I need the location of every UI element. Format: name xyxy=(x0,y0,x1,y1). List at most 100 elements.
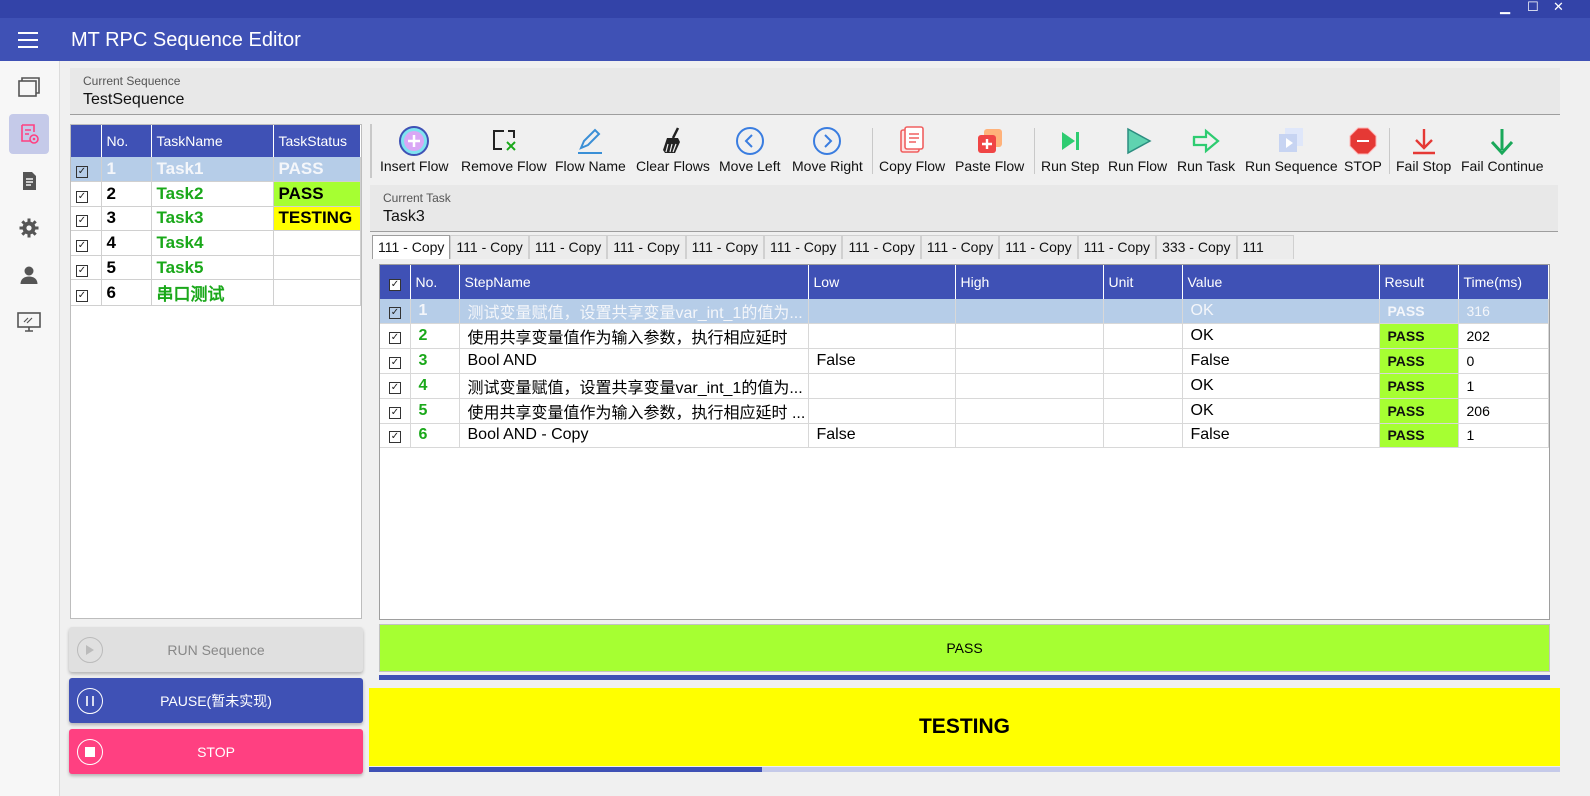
flow-tab[interactable]: 111 - Copy xyxy=(607,235,686,259)
task-checkbox[interactable]: ✓ xyxy=(71,181,102,207)
task-no-header: No. xyxy=(101,125,152,157)
task-name: Task3 xyxy=(151,206,274,232)
run-step-button[interactable]: Run Step xyxy=(1041,124,1099,178)
step-checkbox[interactable]: ✓ xyxy=(380,348,411,374)
flow-progress-bar xyxy=(379,675,1550,680)
settings-icon[interactable] xyxy=(9,208,49,248)
sequence-icon[interactable] xyxy=(9,114,49,154)
step-time: 206 xyxy=(1458,398,1549,424)
task-row[interactable]: ✓ 6 串口测试 xyxy=(71,279,361,307)
flow-tab[interactable]: 111 xyxy=(1236,235,1294,259)
step-row[interactable]: ✓ 3 Bool AND False False PASS 0 xyxy=(380,348,1549,374)
stop-label: STOP xyxy=(197,743,235,760)
current-sequence-field[interactable]: Current Sequence TestSequence xyxy=(70,68,1560,115)
step-checkbox[interactable]: ✓ xyxy=(380,398,411,424)
flow-tab[interactable]: 111 - Copy xyxy=(1077,235,1157,259)
step-name: 测试变量赋值，设置共享变量var_int_1的值为... xyxy=(459,299,809,325)
task-status: PASS xyxy=(273,181,361,207)
step-checkbox[interactable]: ✓ xyxy=(380,299,411,325)
move-right-button[interactable]: Move Right xyxy=(792,124,863,178)
minimize-button[interactable]: ▁ xyxy=(1500,1,1510,15)
stop-tool-button[interactable]: STOP xyxy=(1344,124,1382,178)
task-checkbox[interactable]: ✓ xyxy=(71,255,102,281)
insert-flow-icon xyxy=(398,124,430,158)
flow-tab[interactable]: 111 - Copy xyxy=(999,235,1078,259)
monitor-icon[interactable] xyxy=(9,302,49,342)
step-name: 使用共享变量值作为输入参数，执行相应延时 ... xyxy=(459,398,809,424)
flow-tab[interactable]: 333 - Copy xyxy=(1156,235,1237,259)
task-table: No. TaskName TaskStatus ✓ 1 Task1 PASS ✓… xyxy=(70,124,362,619)
task-checkbox[interactable]: ✓ xyxy=(71,279,102,307)
task-status xyxy=(273,279,361,307)
step-unit xyxy=(1103,299,1183,325)
task-row[interactable]: ✓ 3 Task3 TESTING xyxy=(71,206,361,232)
pause-button[interactable]: PAUSE(暂未实现) xyxy=(69,678,363,723)
step-checkbox[interactable]: ✓ xyxy=(380,323,411,350)
flow-tabs: 111 - Copy 111 - Copy 111 - Copy 111 - C… xyxy=(372,235,1294,259)
pause-icon xyxy=(77,688,103,714)
fail-stop-button[interactable]: Fail Stop xyxy=(1396,124,1451,178)
fail-continue-button[interactable]: Fail Continue xyxy=(1461,124,1544,178)
maximize-button[interactable]: ☐ xyxy=(1527,1,1539,15)
current-task-field[interactable]: Current Task Task3 xyxy=(370,185,1558,232)
step-time: 316 xyxy=(1458,299,1549,325)
step-checkbox[interactable]: ✓ xyxy=(380,423,411,449)
step-row[interactable]: ✓ 2 使用共享变量值作为输入参数，执行相应延时 OK PASS 202 xyxy=(380,323,1549,350)
paste-flow-button[interactable]: Paste Flow xyxy=(955,124,1024,178)
step-name: Bool AND - Copy xyxy=(459,423,809,449)
stop-button[interactable]: STOP xyxy=(69,729,363,774)
user-icon[interactable] xyxy=(9,255,49,295)
step-row[interactable]: ✓ 1 测试变量赋值，设置共享变量var_int_1的值为... OK PASS… xyxy=(380,299,1549,325)
step-row[interactable]: ✓ 6 Bool AND - Copy False False PASS 1 xyxy=(380,423,1549,449)
run-task-button[interactable]: Run Task xyxy=(1177,124,1235,178)
run-sequence-label: RUN Sequence xyxy=(167,641,265,658)
step-time: 1 xyxy=(1458,373,1549,399)
menu-icon[interactable] xyxy=(18,32,38,48)
insert-flow-button[interactable]: Insert Flow xyxy=(380,124,448,178)
flow-tab[interactable]: 111 - Copy xyxy=(685,235,765,259)
step-time: 202 xyxy=(1458,323,1549,350)
run-sequence-tool-button[interactable]: Run Sequence xyxy=(1245,124,1338,178)
clear-flows-button[interactable]: Clear Flows xyxy=(636,124,710,178)
task-row[interactable]: ✓ 4 Task4 xyxy=(71,230,361,256)
task-checkbox[interactable]: ✓ xyxy=(71,230,102,256)
step-select-all[interactable]: ✓ xyxy=(380,265,411,299)
step-unit xyxy=(1103,348,1183,374)
task-row[interactable]: ✓ 1 Task1 PASS xyxy=(71,157,361,183)
task-checkbox[interactable]: ✓ xyxy=(71,157,102,183)
step-row[interactable]: ✓ 5 使用共享变量值作为输入参数，执行相应延时 ... OK PASS 206 xyxy=(380,398,1549,424)
step-result: PASS xyxy=(1379,323,1459,350)
step-low xyxy=(808,373,956,399)
step-no-header: No. xyxy=(410,265,460,299)
run-flow-button[interactable]: Run Flow xyxy=(1108,124,1167,178)
flow-tab[interactable]: 111 - Copy xyxy=(450,235,529,259)
flow-tab[interactable]: 111 - Copy xyxy=(528,235,608,259)
flow-tab[interactable]: 111 - Copy xyxy=(764,235,843,259)
copy-flow-button[interactable]: Copy Flow xyxy=(879,124,945,178)
move-left-button[interactable]: Move Left xyxy=(719,124,780,178)
step-result: PASS xyxy=(1379,299,1459,325)
task-row[interactable]: ✓ 5 Task5 xyxy=(71,255,361,281)
document-icon[interactable] xyxy=(9,161,49,201)
stop-icon xyxy=(77,739,103,765)
task-row[interactable]: ✓ 2 Task2 PASS xyxy=(71,181,361,207)
step-row[interactable]: ✓ 4 测试变量赋值，设置共享变量var_int_1的值为... OK PASS… xyxy=(380,373,1549,399)
flow-tab[interactable]: 111 - Copy xyxy=(920,235,1000,259)
flow-tab[interactable]: 111 - Copy xyxy=(372,235,451,259)
step-low: False xyxy=(808,348,956,374)
flow-name-button[interactable]: Flow Name xyxy=(555,124,626,178)
flow-tab[interactable]: 111 - Copy xyxy=(842,235,921,259)
step-time: 1 xyxy=(1458,423,1549,449)
run-sequence-button[interactable]: RUN Sequence xyxy=(69,627,363,672)
layers-icon[interactable] xyxy=(9,67,49,107)
step-checkbox[interactable]: ✓ xyxy=(380,373,411,399)
step-result: PASS xyxy=(1379,398,1459,424)
task-checkbox[interactable]: ✓ xyxy=(71,206,102,232)
step-value: False xyxy=(1182,423,1380,449)
arrow-down-red-icon xyxy=(1410,124,1438,158)
close-button[interactable]: ✕ xyxy=(1553,1,1564,15)
step-no: 2 xyxy=(410,323,460,350)
remove-flow-button[interactable]: Remove Flow xyxy=(461,124,547,178)
task-name: Task5 xyxy=(151,255,274,281)
step-value-header: Value xyxy=(1182,265,1380,299)
